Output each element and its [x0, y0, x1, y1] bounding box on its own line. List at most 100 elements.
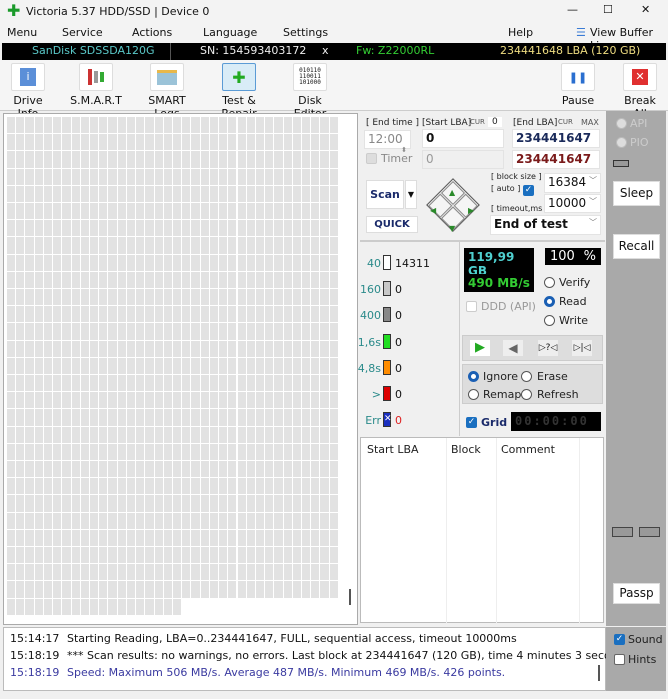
- grid-block: [255, 392, 265, 409]
- grid-block: [228, 564, 237, 581]
- play-icon[interactable]: ▶: [469, 339, 491, 357]
- grid-block: [16, 598, 25, 615]
- block-size-select[interactable]: 16384 ﹀: [544, 173, 601, 193]
- end-time-input[interactable]: 12:00 ⬍: [364, 130, 411, 154]
- grid-block: [62, 529, 71, 546]
- grid-block: [53, 529, 62, 546]
- maximize-button[interactable]: ☐: [603, 3, 613, 16]
- ignore-radio[interactable]: [468, 371, 479, 382]
- sound-checkbox[interactable]: ✓: [614, 634, 625, 645]
- column-start-lba[interactable]: Start LBA: [367, 443, 419, 456]
- log-scrollbar-thumb[interactable]: [598, 665, 600, 681]
- menu-language[interactable]: Language: [203, 26, 257, 39]
- close-button[interactable]: ✕: [641, 3, 650, 16]
- grid-block: [191, 289, 200, 306]
- grid-block: [53, 289, 62, 306]
- menu-menu[interactable]: Menu: [7, 26, 37, 39]
- rewind-icon[interactable]: ◀: [502, 339, 524, 357]
- start-lba-input[interactable]: 0: [422, 129, 504, 148]
- ddd-api-checkbox[interactable]: [466, 301, 477, 312]
- grid-block: [53, 581, 62, 598]
- grid-block: [265, 306, 274, 323]
- pause-button[interactable]: ❚❚ Pause: [558, 63, 598, 107]
- end-max-button[interactable]: MAX: [581, 118, 599, 127]
- small-button-1[interactable]: [612, 527, 633, 537]
- write-radio[interactable]: [544, 315, 555, 326]
- grid-block: [108, 168, 117, 185]
- sleep-button[interactable]: Sleep: [613, 181, 660, 206]
- grid-block: [200, 512, 209, 529]
- menu-settings[interactable]: Settings: [283, 26, 328, 39]
- random-seek-icon[interactable]: ▷?◁: [537, 339, 559, 357]
- quick-button[interactable]: QUICK: [366, 216, 418, 233]
- refresh-radio[interactable]: [521, 389, 532, 400]
- menu-actions[interactable]: Actions: [132, 26, 172, 39]
- api-radio[interactable]: [616, 118, 627, 129]
- drive-model[interactable]: SanDisk SDSSDA120G: [32, 44, 155, 57]
- grid-block: [53, 478, 62, 495]
- end-cur-button[interactable]: CUR: [558, 118, 573, 126]
- smart-logs-button[interactable]: SMART Logs: [136, 63, 198, 120]
- timer-checkbox[interactable]: [366, 153, 377, 164]
- grid-block: [255, 357, 265, 374]
- grid-block: [71, 392, 80, 409]
- legend-swatch[interactable]: [383, 255, 391, 270]
- small-button-2[interactable]: [639, 527, 660, 537]
- menu-service[interactable]: Service: [62, 26, 103, 39]
- grid-block: [237, 478, 246, 495]
- minimize-button[interactable]: —: [567, 3, 578, 16]
- legend-swatch[interactable]: [383, 307, 391, 323]
- recall-button[interactable]: Recall: [613, 234, 660, 259]
- legend-swatch[interactable]: [383, 359, 391, 375]
- speed-display: 490 MB/s: [464, 274, 534, 292]
- grid-block: [209, 529, 219, 546]
- menu-help[interactable]: Help: [508, 26, 533, 39]
- grid-block: [274, 564, 283, 581]
- grid-block: [108, 598, 117, 615]
- hints-checkbox[interactable]: [614, 654, 625, 665]
- grid-block: [126, 271, 136, 288]
- grid-block: [43, 220, 53, 237]
- end-lba-2-input[interactable]: 234441647: [512, 150, 600, 169]
- legend-swatch[interactable]: [383, 281, 391, 297]
- folder-icon: [150, 63, 184, 91]
- scan-dropdown-icon[interactable]: ▼: [405, 180, 417, 209]
- grid-block: [255, 203, 265, 220]
- auto-checkbox[interactable]: ✓: [523, 185, 534, 196]
- grid-block: [7, 392, 16, 409]
- disk-editor-button[interactable]: 010110110011101000 Disk Editor: [282, 63, 338, 120]
- grid-block: [329, 220, 338, 237]
- test-repair-button[interactable]: ✚ Test & Repair: [206, 63, 272, 120]
- timeout-select[interactable]: 10000 ﹀: [544, 194, 601, 213]
- grid-block: [283, 529, 292, 546]
- erase-radio[interactable]: [521, 371, 532, 382]
- column-comment[interactable]: Comment: [501, 443, 555, 456]
- legend-swatch[interactable]: [383, 333, 391, 349]
- pio-radio[interactable]: [616, 137, 627, 148]
- end-lba-input[interactable]: 234441647: [512, 129, 600, 148]
- scrollbar-thumb[interactable]: [349, 589, 351, 605]
- grid-block: [329, 117, 338, 134]
- grid-block: [117, 461, 126, 478]
- remap-radio[interactable]: [468, 389, 479, 400]
- scan-button[interactable]: Scan: [366, 180, 404, 209]
- verify-radio[interactable]: [544, 277, 555, 288]
- drive-info-button[interactable]: i Drive Info: [4, 63, 52, 120]
- start-cur-button[interactable]: CUR: [470, 118, 485, 126]
- butterfly-icon[interactable]: ▷|◁: [571, 339, 593, 357]
- column-block[interactable]: Block: [451, 443, 481, 456]
- read-radio[interactable]: [544, 296, 555, 307]
- grid-block: [7, 478, 16, 495]
- grid-block: [53, 357, 62, 374]
- grid-block: [191, 151, 200, 168]
- grid-checkbox[interactable]: ✓: [466, 417, 477, 428]
- timer-input[interactable]: 0: [422, 150, 504, 169]
- grid-block: [108, 392, 117, 409]
- passp-button[interactable]: Passp: [613, 583, 660, 604]
- drive-close[interactable]: x: [322, 44, 329, 57]
- legend-swatch[interactable]: [383, 386, 391, 401]
- legend-swatch[interactable]: ✕: [383, 412, 392, 428]
- smart-button[interactable]: S.M.A.R.T: [70, 63, 122, 107]
- grid-block: [172, 529, 182, 546]
- end-action-select[interactable]: End of test ﹀: [490, 215, 601, 235]
